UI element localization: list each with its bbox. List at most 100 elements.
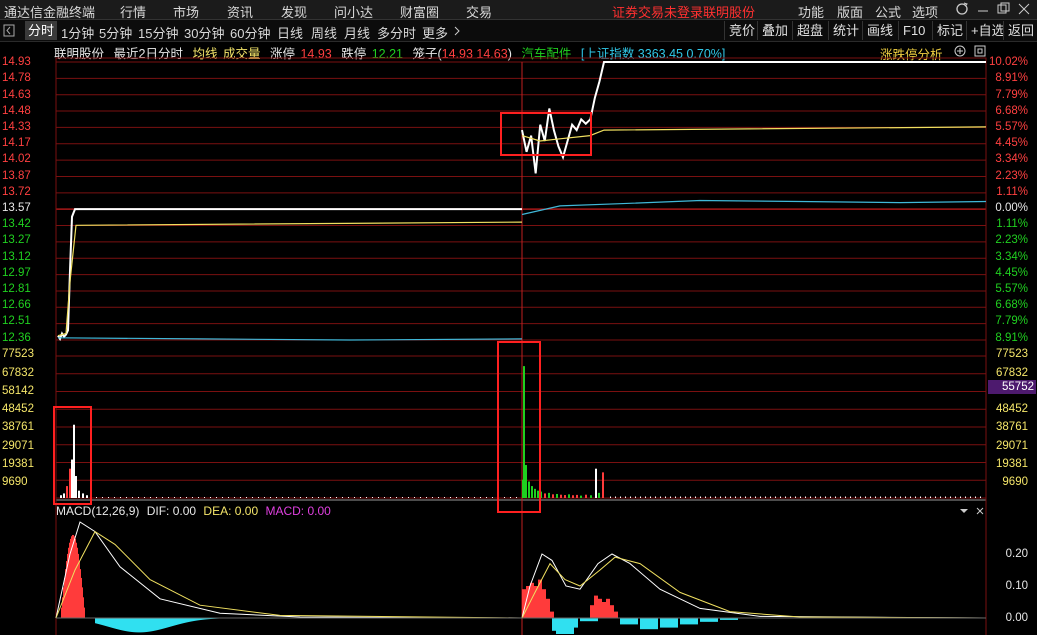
macd-hist-bar bbox=[137, 618, 138, 633]
volume-tick-bar bbox=[228, 497, 229, 498]
macd-hist-bar bbox=[151, 618, 152, 632]
macd-hist-bar bbox=[107, 618, 108, 627]
volume-tick-bar bbox=[860, 496, 861, 498]
macd-hist-bar bbox=[700, 618, 718, 622]
volume-tick-bar bbox=[378, 497, 379, 498]
volume-tick-bar bbox=[960, 496, 961, 498]
macd-hist-bar bbox=[191, 618, 192, 622]
volume-tick-bar bbox=[312, 497, 313, 498]
volume-tick-bar bbox=[282, 497, 283, 498]
volume-tick-bar bbox=[174, 497, 175, 498]
macd-hist-bar bbox=[680, 618, 698, 625]
macd-hist-bar bbox=[156, 618, 157, 631]
macd-hist-bar bbox=[61, 607, 62, 618]
volume-tick-bar bbox=[114, 497, 115, 498]
macd-hist-bar bbox=[602, 602, 606, 618]
macd-hist-bar bbox=[158, 618, 159, 630]
macd-hist-bar bbox=[134, 618, 135, 633]
volume-tick-bar bbox=[120, 497, 121, 498]
macd-hist-bar bbox=[161, 618, 162, 630]
macd-hist-bar bbox=[103, 618, 104, 626]
macd-hist-bar bbox=[76, 542, 77, 618]
volume-tick-bar bbox=[480, 497, 481, 498]
volume-tick-bar bbox=[438, 497, 439, 498]
macd-hist-bar bbox=[98, 618, 99, 625]
volume-tick-bar bbox=[865, 496, 866, 498]
macd-hist-bar bbox=[190, 618, 191, 622]
macd-hist-bar bbox=[163, 618, 164, 629]
volume-tick-bar bbox=[780, 496, 781, 498]
macd-hist-bar bbox=[141, 618, 142, 633]
volume-tick-bar bbox=[132, 497, 133, 498]
index-line-day2 bbox=[521, 199, 987, 216]
volume-tick-bar bbox=[710, 496, 711, 498]
macd-hist-bar bbox=[660, 618, 678, 628]
macd-hist-bar bbox=[175, 618, 176, 626]
volume-tick-bar bbox=[354, 497, 355, 498]
macd-hist-bar bbox=[155, 618, 156, 631]
macd-hist-bar bbox=[101, 618, 102, 625]
price-frame bbox=[55, 57, 987, 341]
macd-hist-bar bbox=[185, 618, 186, 623]
macd-hist-bar bbox=[180, 618, 181, 624]
macd-hist-bar bbox=[99, 618, 100, 625]
volume-tick-bar bbox=[300, 497, 301, 498]
volume-bar bbox=[580, 495, 582, 498]
volume-tick-bar bbox=[462, 497, 463, 498]
macd-hist-bar bbox=[144, 618, 145, 633]
macd-hist-bar bbox=[183, 618, 184, 624]
volume-tick-bar bbox=[900, 496, 901, 498]
macd-hist-bar bbox=[114, 618, 115, 629]
volume-tick-bar bbox=[890, 496, 891, 498]
volume-tick-bar bbox=[294, 497, 295, 498]
volume-tick-bar bbox=[210, 497, 211, 498]
macd-close-icon[interactable] bbox=[976, 507, 984, 515]
macd-hist-bar bbox=[620, 618, 638, 625]
volume-tick-bar bbox=[360, 497, 361, 498]
macd-hist-bar bbox=[77, 547, 78, 618]
volume-tick-bar bbox=[725, 496, 726, 498]
volume-bar bbox=[576, 494, 578, 498]
volume-tick-bar bbox=[336, 497, 337, 498]
volume-bar bbox=[560, 494, 562, 498]
macd-hist-bar bbox=[170, 618, 171, 627]
volume-tick-bar bbox=[750, 496, 751, 498]
volume-bar bbox=[69, 468, 71, 498]
volume-tick-bar bbox=[504, 497, 505, 498]
volume-tick-bar bbox=[318, 497, 319, 498]
volume-tick-bar bbox=[408, 497, 409, 498]
volume-tick-bar bbox=[910, 496, 911, 498]
macd-hist-bar bbox=[121, 618, 122, 631]
volume-tick-bar bbox=[384, 497, 385, 498]
intraday-chart[interactable] bbox=[0, 0, 1037, 635]
volume-tick-bar bbox=[474, 497, 475, 498]
volume-tick-bar bbox=[276, 497, 277, 498]
volume-tick-bar bbox=[444, 497, 445, 498]
volume-tick-bar bbox=[905, 496, 906, 498]
volume-tick-bar bbox=[680, 496, 681, 498]
volume-tick-bar bbox=[126, 497, 127, 498]
volume-tick-bar bbox=[895, 496, 896, 498]
volume-tick-bar bbox=[945, 496, 946, 498]
volume-tick-bar bbox=[935, 496, 936, 498]
volume-tick-bar bbox=[420, 497, 421, 498]
volume-tick-bar bbox=[264, 497, 265, 498]
macd-hist-bar bbox=[168, 618, 169, 628]
volume-tick-bar bbox=[880, 496, 881, 498]
volume-tick-bar bbox=[700, 496, 701, 498]
volume-tick-bar bbox=[396, 497, 397, 498]
volume-tick-bar bbox=[426, 497, 427, 498]
volume-bar bbox=[60, 495, 62, 498]
volume-bar bbox=[82, 493, 84, 498]
volume-tick-bar bbox=[366, 497, 367, 498]
macd-hist-bar bbox=[160, 618, 161, 630]
volume-tick-bar bbox=[108, 497, 109, 498]
volume-bar bbox=[528, 481, 530, 498]
analysis-restore-icon[interactable] bbox=[974, 45, 986, 57]
macd-dropdown-icon[interactable] bbox=[960, 509, 968, 513]
analysis-add-icon[interactable] bbox=[954, 45, 966, 57]
macd-hist-bar bbox=[167, 618, 168, 628]
macd-hist-bar bbox=[138, 618, 139, 633]
volume-tick-bar bbox=[840, 496, 841, 498]
volume-bar bbox=[78, 490, 80, 498]
